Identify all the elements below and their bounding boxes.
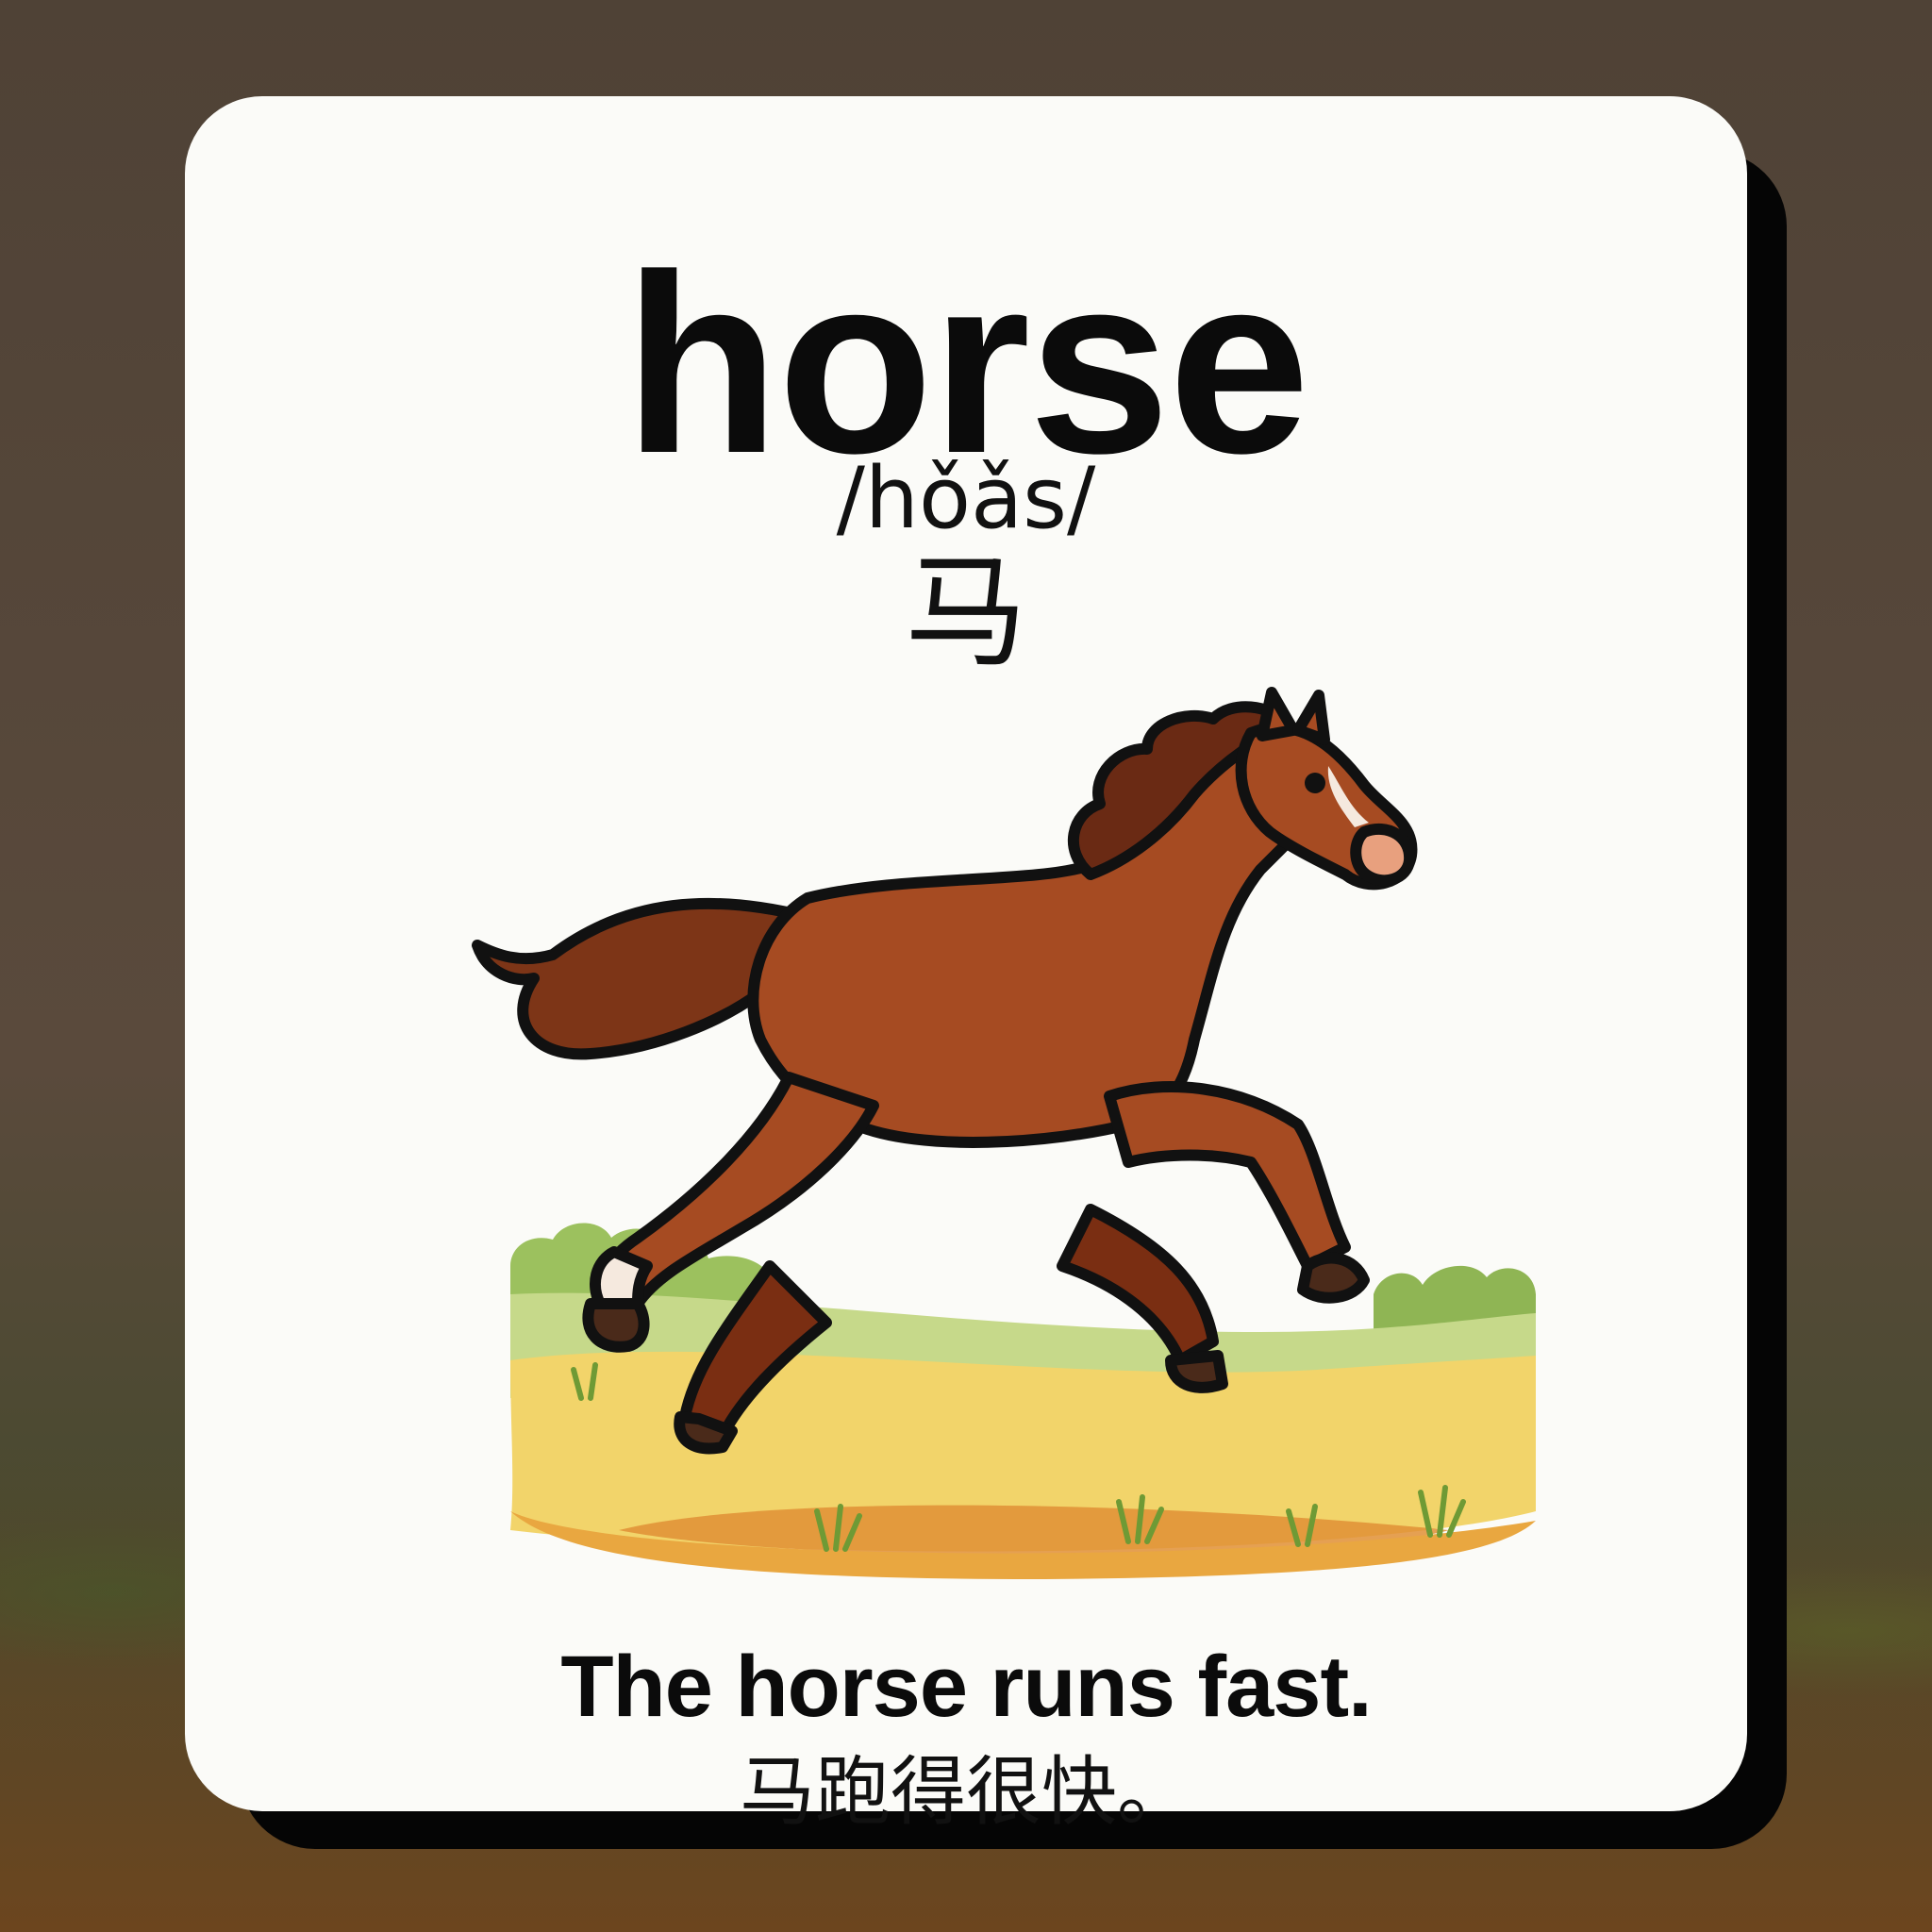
horse-hind-sock	[590, 1246, 653, 1309]
example-sentence: The horse runs fast.	[560, 1639, 1372, 1735]
horse-front-hoof	[1297, 1252, 1370, 1304]
pronunciation: /hǒǎs/	[836, 449, 1096, 548]
horse-hind-hoof	[582, 1298, 650, 1353]
horse-ear-right	[1292, 690, 1330, 745]
horse-muzzle	[1350, 823, 1416, 887]
horse-far-front-hoof	[1165, 1350, 1228, 1393]
sentence-translation: 马跑得很快。	[740, 1748, 1192, 1836]
horse-illustration	[472, 687, 1536, 1579]
horse-ear-left	[1257, 687, 1299, 741]
chinese-character: 马	[904, 541, 1027, 684]
flashcard[interactable]: horse /hǒǎs/ 马 The horse runs fast. 马跑得很…	[185, 96, 1747, 1830]
horse-eye	[1305, 773, 1325, 793]
